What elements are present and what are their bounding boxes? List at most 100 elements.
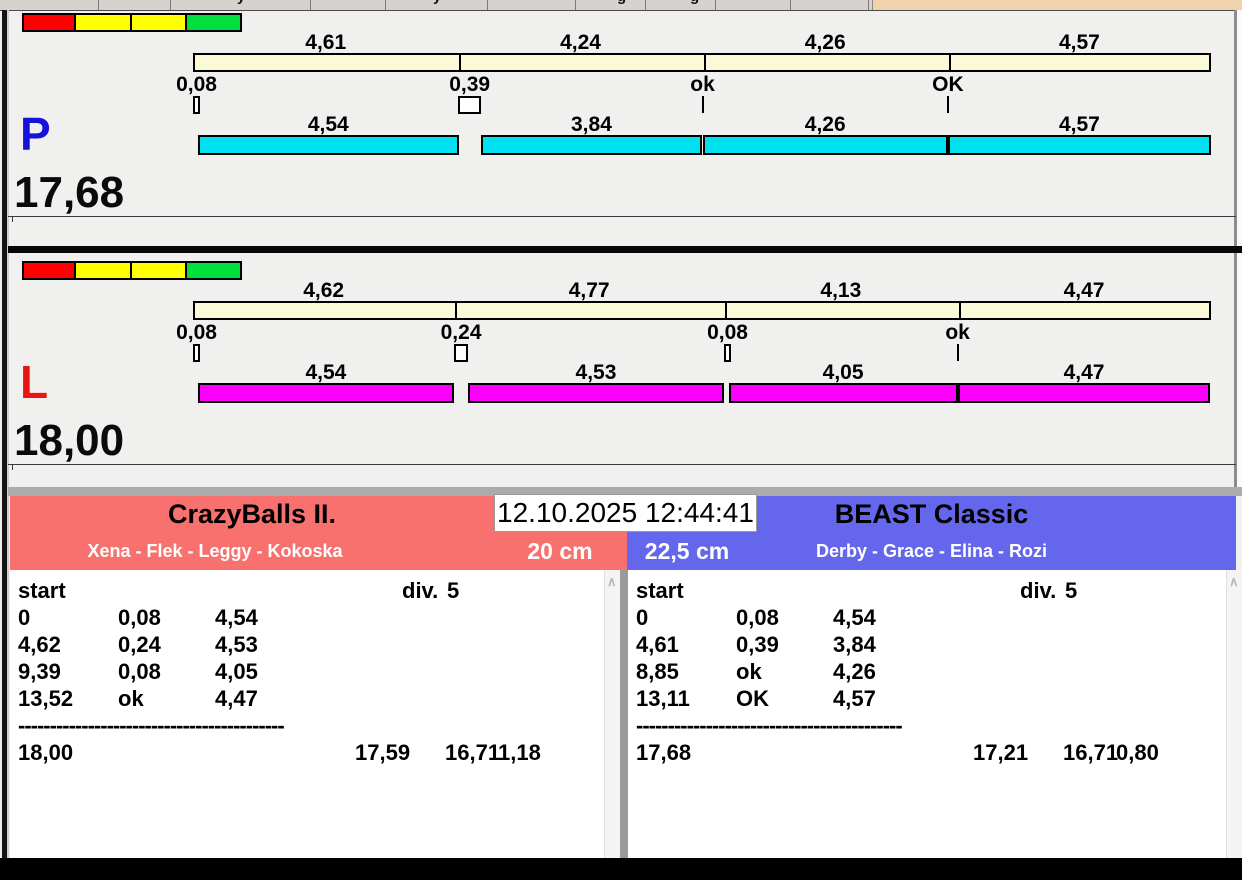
table-cell: 13,52 [18,686,74,711]
split-time-label: 4,26 [804,31,846,54]
table-cell: 0,24 [118,632,161,657]
changeover-label: OK [932,73,964,96]
start-light-segment [74,261,132,280]
clipped-text-fragment: g [690,0,699,5]
toolbar-divider [715,0,716,10]
changeover-loss-box [193,344,200,362]
changeover-loss-box [724,344,732,362]
table-cell: 4,54 [215,605,258,630]
scrollbar-left-table[interactable]: ∧ [604,570,621,858]
lane-letter: P [20,108,51,160]
start-light-segment [22,13,76,32]
panel-baseline [8,216,1236,217]
clipped-text-fragment: g [617,0,626,5]
table-cell: 9,39 [18,659,61,684]
split-divider [958,303,961,318]
changeover-label: 0,08 [176,73,217,96]
panel-baseline [8,464,1236,465]
start-light-segment [74,13,132,32]
dog-time-label: 4,53 [575,361,617,384]
division-value: 5 [1065,578,1078,603]
split-divider [455,303,458,318]
table-cell: 4,61 [636,632,679,657]
start-light-bar [22,261,242,280]
changeover-label: 0,08 [176,321,217,344]
total-value: 17,59 [355,740,411,765]
split-bar [193,301,1211,320]
table-cell: 0,08 [118,659,161,684]
dog-time-label: 4,26 [804,113,846,136]
panel-separator-band [8,246,1242,253]
scrollbar-right-table[interactable]: ∧ [1226,570,1242,858]
toolbar-divider [575,0,576,10]
clipped-text-fragment: y [433,0,441,5]
start-light-segment [185,261,242,280]
col-header-start: start [18,578,66,603]
totals-separator: ----------------------------------------… [636,713,903,738]
results-table-left: start div. 5 0 0,08 4,54 4,62 0,24 4,53 9,39 0,08 4… [10,570,604,858]
changeover-label: 0,39 [449,73,491,96]
table-cell: 0 [636,605,649,630]
toolbar-divider [487,0,488,10]
table-cell: 8,85 [636,659,679,684]
table-cell: OK [736,686,769,711]
table-cell: ok [736,659,762,684]
dog-time-label: 4,47 [1063,361,1105,384]
changeover-loss-box [454,344,468,362]
dog-time-label: 4,54 [307,113,349,136]
dog-time-bar [957,383,1211,403]
toolbar-divider [98,0,99,10]
table-cell: ok [118,686,144,711]
division-value: 5 [447,578,460,603]
start-light-segment [130,261,187,280]
dog-time-bar [702,135,948,155]
col-header-div: div. [402,578,439,603]
tables-divider [620,570,628,858]
baseline-tick [12,465,13,470]
lane-total-time: 17,68 [14,168,125,217]
start-light-bar [22,13,242,32]
dog-time-label: 4,54 [305,361,347,384]
lane-letter: L [20,356,49,408]
dog-time-bar [728,383,958,403]
toolbar-divider [868,0,869,10]
table-cell: 13,11 [636,686,690,711]
toolbar-divider [385,0,386,10]
changeover-label: 0,24 [440,321,482,344]
col-header-div: div. [1020,578,1057,603]
team-name-left: CrazyBalls II. [167,499,337,529]
changeover-ok-tick [946,96,949,113]
total-value: 16,71 [445,740,501,765]
table-cell: 4,57 [833,686,876,711]
table-cell: 0,08 [736,605,779,630]
toolbar-divider [645,0,646,10]
table-cell: 3,84 [833,632,876,657]
total-value: 0,80 [1116,740,1159,765]
totals-separator: ----------------------------------------… [18,713,285,738]
lane-total-time: 18,00 [14,416,125,465]
split-time-label: 4,77 [568,279,610,302]
dog-time-bar [947,135,1211,155]
toolbar-divider [170,0,171,10]
active-tab-fragment[interactable] [872,0,1242,10]
split-bar [193,53,1211,72]
dog-time-bar [467,383,725,403]
start-light-segment [185,13,242,32]
table-cell: 4,54 [833,605,876,630]
dog-time-bar [197,135,459,155]
team-height-right: 22,5 cm [644,538,730,564]
toolbar-divider [310,0,311,10]
bottom-black-band [0,858,1242,880]
changeover-label: 0,08 [707,321,748,344]
table-cell: 4,53 [215,632,258,657]
total-value: 17,21 [973,740,1029,765]
table-cell: 4,62 [18,632,61,657]
split-divider [459,55,462,70]
clipped-text-fragment: y [237,0,245,5]
total-value: 1,18 [498,740,541,765]
start-light-segment [22,261,76,280]
scroll-up-icon[interactable]: ∧ [1229,574,1239,590]
dog-time-label: 4,05 [822,361,864,384]
results-table-right: start div. 5 0 0,08 4,54 4,61 0,39 3,84 8,85 ok 4,2… [628,570,1226,858]
scroll-up-icon[interactable]: ∧ [607,574,617,590]
